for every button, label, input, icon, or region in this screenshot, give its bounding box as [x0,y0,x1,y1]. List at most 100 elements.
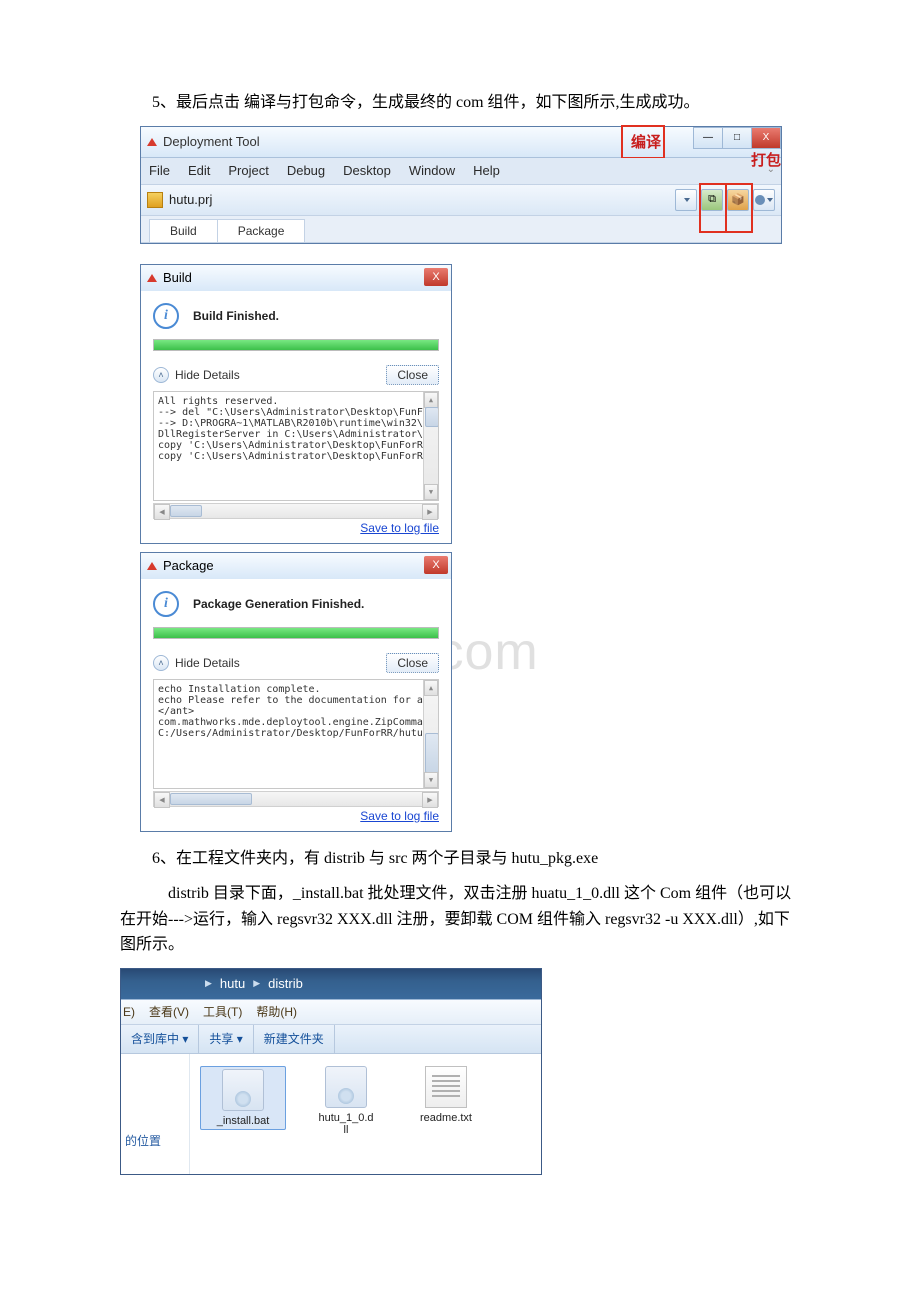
app-icon [147,274,157,282]
scroll-left-icon[interactable]: ◀ [154,504,170,520]
file-label: _install.bat [203,1115,283,1127]
close-icon[interactable]: X [424,268,448,286]
log-line: com.mathworks.mde.deploytool.engine.ZipC… [158,717,434,728]
tab-package[interactable]: Package [217,219,306,242]
chevron-down-icon [767,198,773,202]
scroll-up-icon[interactable]: ▲ [424,680,438,696]
hide-details-label: Hide Details [175,368,240,382]
explorer-address-bar[interactable]: ▶ hutu ▶ distrib [121,969,541,999]
scroll-up-icon[interactable]: ▲ [424,392,438,408]
menu-view[interactable]: 查看(V) [149,1003,189,1020]
vertical-scrollbar[interactable]: ▲ ▼ [423,680,438,788]
file-install-bat[interactable]: _install.bat [200,1066,286,1130]
menu-e[interactable]: E) [123,1005,135,1019]
scrollbar-thumb[interactable] [170,505,202,517]
build-log: All rights reserved. --> del "C:\Users\A… [153,391,439,501]
paragraph-step6b: distrib 目录下面，_install.bat 批处理文件，双击注册 hua… [120,881,800,958]
scrollbar-thumb[interactable] [425,407,439,427]
build-dialog: Build X i Build Finished. ˄ Hide Details… [140,264,452,544]
explorer-sidebar: 的位置 [121,1054,190,1174]
menu-help[interactable]: 帮助(H) [256,1003,297,1020]
package-dialog-title: Package [163,558,214,573]
build-status: Build Finished. [193,309,279,323]
annotation-compile: 编译 [631,131,661,152]
horizontal-scrollbar[interactable]: ◀ ▶ [153,503,439,519]
menu-help[interactable]: Help [473,163,500,178]
package-log: echo Installation complete. echo Please … [153,679,439,789]
gear-icon [755,195,765,205]
scroll-left-icon[interactable]: ◀ [154,792,170,808]
log-line: All rights reserved. [158,396,434,407]
close-icon[interactable]: X [424,556,448,574]
explorer-toolbar: 含到库中 ▾ 共享 ▾ 新建文件夹 [121,1025,541,1054]
vertical-scrollbar[interactable]: ▲ ▼ [423,392,438,500]
project-icon [147,192,163,208]
breadcrumb-distrib[interactable]: distrib [264,976,307,991]
log-line: DllRegisterServer in C:\Users\Administra… [158,429,434,440]
explorer-menubar: E) 查看(V) 工具(T) 帮助(H) [121,999,541,1025]
file-label: readme.txt [406,1112,486,1124]
scroll-down-icon[interactable]: ▼ [424,484,438,500]
hide-details-toggle[interactable]: ˄ Hide Details [153,367,240,383]
info-icon: i [153,591,179,617]
package-dialog-titlebar: Package X [141,553,451,579]
deployment-tool-window: Deployment Tool — □ X 编译 File Edit Proje… [140,126,782,244]
menu-edit[interactable]: Edit [188,163,210,178]
menubar: File Edit Project Debug Desktop Window H… [141,158,781,185]
close-button[interactable]: X [751,127,781,149]
toolbar-include-library[interactable]: 含到库中 ▾ [121,1025,199,1053]
breadcrumb-separator-icon: ▶ [249,978,264,989]
file-hutu-dll[interactable]: hutu_1_0.d ll [306,1066,386,1136]
scrollbar-thumb[interactable] [425,733,439,773]
save-log-link[interactable]: Save to log file [360,521,439,535]
window-title: Deployment Tool [163,134,260,149]
txt-file-icon [425,1066,467,1108]
breadcrumb-hutu[interactable]: hutu [216,976,249,991]
settings-button[interactable] [753,189,775,211]
horizontal-scrollbar[interactable]: ◀ ▶ [153,791,439,807]
package-dialog: Package X i Package Generation Finished.… [140,552,452,832]
close-button[interactable]: Close [386,365,439,385]
scrollbar-thumb[interactable] [170,793,252,805]
info-icon: i [153,303,179,329]
dll-file-icon [325,1066,367,1108]
paragraph-step6: 6、在工程文件夹内，有 distrib 与 src 两个子目录与 hutu_pk… [120,846,800,872]
log-line: echo Installation complete. [158,684,434,695]
close-button[interactable]: Close [386,653,439,673]
menu-tool[interactable]: 工具(T) [203,1003,242,1020]
file-readme-txt[interactable]: readme.txt [406,1066,486,1124]
menu-desktop[interactable]: Desktop [343,163,391,178]
dropdown-button[interactable] [675,189,697,211]
build-dialog-titlebar: Build X [141,265,451,291]
maximize-button[interactable]: □ [722,127,752,149]
minimize-button[interactable]: — [693,127,723,149]
file-label: hutu_1_0.d ll [306,1112,386,1136]
log-line: --> del "C:\Users\Administrator\Desktop\… [158,407,434,418]
bat-file-icon [222,1069,264,1111]
log-line: copy 'C:\Users\Administrator\Desktop\Fun… [158,451,434,462]
package-progress [153,627,439,639]
build-toolbar-button[interactable]: ⧉ [701,189,723,211]
save-log-link[interactable]: Save to log file [360,809,439,823]
package-status: Package Generation Finished. [193,597,364,611]
menu-debug[interactable]: Debug [287,163,325,178]
menu-file[interactable]: File [149,163,170,178]
log-line: echo Please refer to the documentation f… [158,695,434,706]
paragraph-step5: 5、最后点击 编译与打包命令，生成最终的 com 组件，如下图所示,生成成功。 [120,90,800,116]
tab-build[interactable]: Build [149,219,218,242]
hide-details-toggle[interactable]: ˄ Hide Details [153,655,240,671]
toolbar-new-folder[interactable]: 新建文件夹 [254,1025,335,1053]
breadcrumb-separator-icon: ▶ [201,978,216,989]
log-line: </ant> [158,706,434,717]
package-toolbar-button[interactable]: 📦 [727,189,749,211]
toolbar: hutu.prj ⧉ 📦 打包 [141,185,781,216]
toolbar-share[interactable]: 共享 ▾ [199,1025,253,1053]
scroll-right-icon[interactable]: ▶ [422,792,438,808]
scroll-down-icon[interactable]: ▼ [424,772,438,788]
app-icon [147,562,157,570]
menu-project[interactable]: Project [228,163,268,178]
menu-window[interactable]: Window [409,163,455,178]
build-dialog-title: Build [163,270,192,285]
scroll-right-icon[interactable]: ▶ [422,504,438,520]
sidebar-item-location[interactable]: 的位置 [125,1132,185,1149]
